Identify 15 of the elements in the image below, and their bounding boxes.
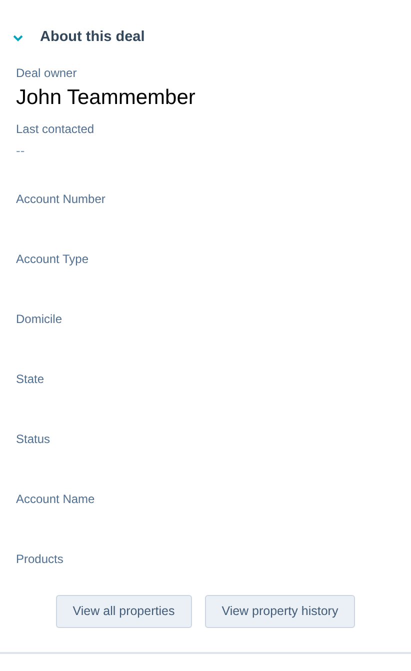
property-button[interactable]: View property history [204,595,356,628]
field-label: Last contacted [16,121,96,137]
field-label: Deal owner [16,65,78,81]
chevron-down-icon [12,33,24,43]
field-label: Account Type [16,251,90,267]
field-value: -- [16,142,26,160]
field-label: Domicile [16,311,64,327]
field-label: Account Name [16,491,96,507]
section-title: About this deal [40,28,145,48]
field-value: John Teammember [16,85,196,111]
field-label: Products [16,551,64,567]
field-label: Status [16,431,52,447]
field-label: State [16,371,46,387]
property-button[interactable]: View all properties [56,595,192,628]
field-label: Account Number [16,191,106,207]
